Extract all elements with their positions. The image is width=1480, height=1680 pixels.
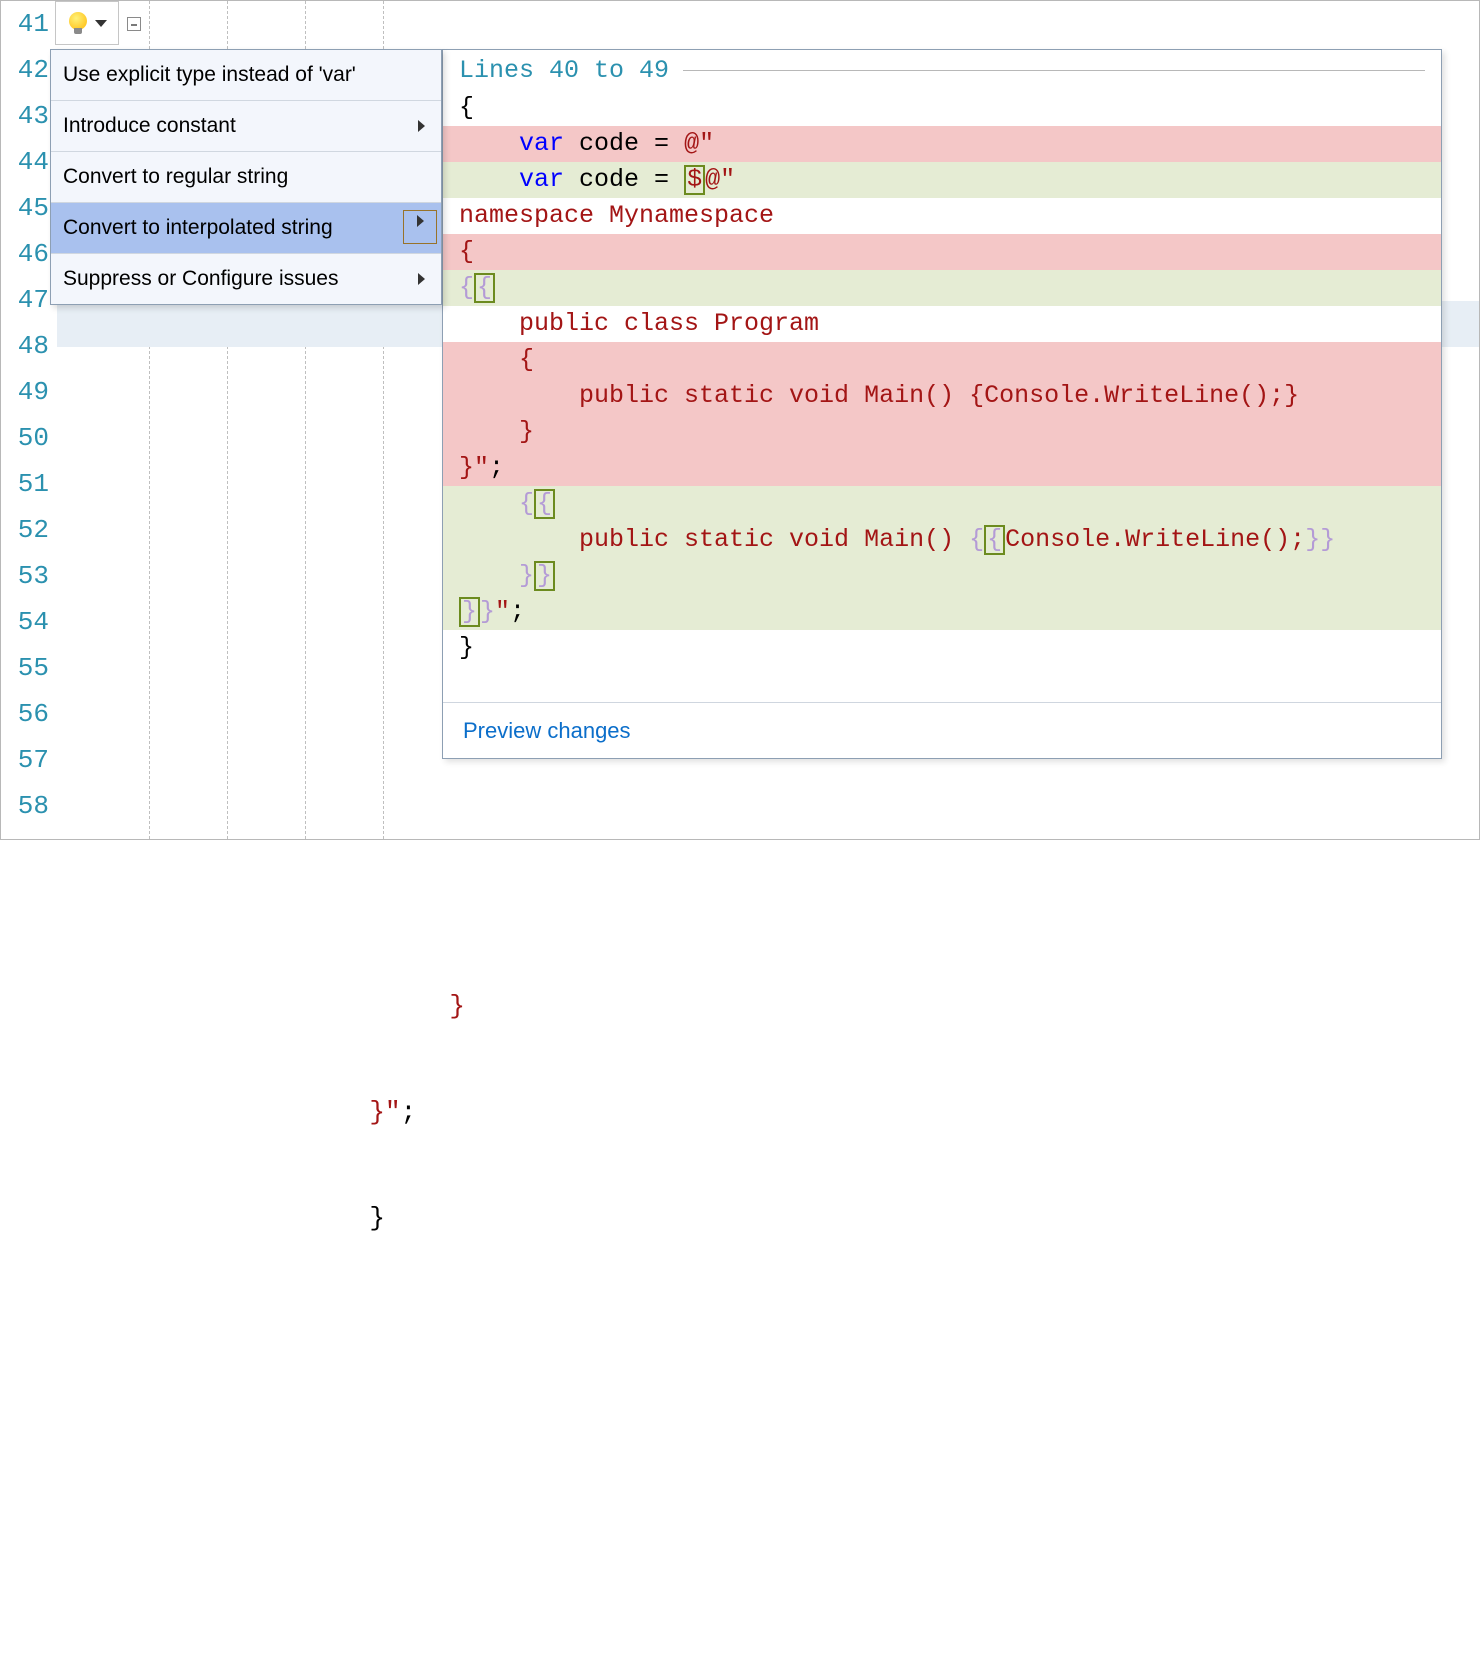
preview-header-label: Lines 40 to 49 <box>459 56 669 85</box>
outline-collapse-icon[interactable] <box>127 17 141 31</box>
line-number: 51 <box>1 461 55 507</box>
submenu-arrow-icon <box>418 273 425 285</box>
diff-line <box>443 666 1441 702</box>
submenu-arrow-icon <box>417 215 424 227</box>
diff-line-removed: { <box>443 234 1441 270</box>
diff-line-removed: }"; <box>443 450 1441 486</box>
line-number: 42 <box>1 47 55 93</box>
preview-changes-link[interactable]: Preview changes <box>443 702 1441 758</box>
preview-header: Lines 40 to 49 <box>443 50 1441 90</box>
diff-line: public class Program <box>443 306 1441 342</box>
line-number: 53 <box>1 553 55 599</box>
string-literal: } <box>449 991 465 1021</box>
menu-item-label: Convert to interpolated string <box>63 216 333 239</box>
line-number: 58 <box>1 783 55 829</box>
diff-line-added: {{ <box>443 486 1441 522</box>
diff-line-removed: } <box>443 414 1441 450</box>
menu-item-use-explicit-type[interactable]: Use explicit type instead of 'var' <box>51 50 441 100</box>
menu-item-label: Use explicit type instead of 'var' <box>63 63 356 86</box>
preview-footer-label: Preview changes <box>463 718 631 743</box>
line-number: 50 <box>1 415 55 461</box>
diff-line-added: }}"; <box>443 594 1441 630</box>
line-number: 56 <box>1 691 55 737</box>
line-number: 41 <box>1 1 55 47</box>
code-line[interactable] <box>57 1573 1479 1619</box>
code-line[interactable] <box>57 1361 1479 1407</box>
diff-line-added: }} <box>443 558 1441 594</box>
submenu-arrow-boxed[interactable] <box>403 210 437 244</box>
line-number: 57 <box>1 737 55 783</box>
code-text: ; <box>401 1097 417 1127</box>
code-line[interactable]: } <box>57 1149 1479 1195</box>
menu-item-convert-regular-string[interactable]: Convert to regular string <box>51 152 441 202</box>
preview-diff-body: { var code = @" var code = $@" namespace… <box>443 90 1441 702</box>
submenu-arrow-icon <box>418 120 425 132</box>
menu-item-introduce-constant[interactable]: Introduce constant <box>51 101 441 151</box>
diff-line-removed: { <box>443 342 1441 378</box>
code-line[interactable] <box>57 1255 1479 1301</box>
code-fix-preview-panel: Lines 40 to 49 { var code = @" var code … <box>442 49 1442 759</box>
menu-item-label: Convert to regular string <box>63 165 288 188</box>
code-text: } <box>369 1203 385 1233</box>
chevron-down-icon <box>95 20 107 27</box>
line-number: 44 <box>1 139 55 185</box>
diff-line: { <box>443 90 1441 126</box>
code-line[interactable]: } <box>57 937 1479 983</box>
quick-actions-menu: Use explicit type instead of 'var' Intro… <box>50 49 442 305</box>
code-line[interactable] <box>57 1679 1479 1680</box>
diff-line-added: public static void Main() {{Console.Writ… <box>443 522 1441 558</box>
diff-insert-highlight: } <box>534 561 555 591</box>
line-number-gutter: 41 42 43 44 45 46 47 48 49 50 51 52 53 5… <box>1 1 55 839</box>
line-number: 47 <box>1 277 55 323</box>
diff-line: } <box>443 630 1441 666</box>
line-number: 43 <box>1 93 55 139</box>
code-line[interactable]: }"; <box>57 1043 1479 1089</box>
line-number: 48 <box>1 323 55 369</box>
header-rule <box>683 70 1425 71</box>
diff-line-added: var code = $@" <box>443 162 1441 198</box>
diff-insert-highlight: $ <box>684 165 705 195</box>
line-number: 54 <box>1 599 55 645</box>
diff-insert-highlight: { <box>474 273 495 303</box>
diff-line: namespace Mynamespace <box>443 198 1441 234</box>
diff-line-removed: public static void Main() {Console.Write… <box>443 378 1441 414</box>
line-number: 46 <box>1 231 55 277</box>
diff-insert-highlight: { <box>984 525 1005 555</box>
code-line[interactable] <box>57 1467 1479 1513</box>
menu-item-label: Suppress or Configure issues <box>63 267 338 290</box>
line-number: 49 <box>1 369 55 415</box>
lightbulb-icon <box>67 12 89 34</box>
string-literal: }" <box>369 1097 400 1127</box>
line-number: 45 <box>1 185 55 231</box>
diff-line-removed: var code = @" <box>443 126 1441 162</box>
quick-actions-bulb-button[interactable] <box>55 1 119 45</box>
menu-item-suppress-configure[interactable]: Suppress or Configure issues <box>51 254 441 304</box>
menu-item-label: Introduce constant <box>63 114 236 137</box>
diff-line-added: {{ <box>443 270 1441 306</box>
diff-insert-highlight: } <box>459 597 480 627</box>
line-number: 52 <box>1 507 55 553</box>
menu-item-convert-interpolated-string[interactable]: Convert to interpolated string <box>51 203 441 253</box>
line-number: 55 <box>1 645 55 691</box>
code-line[interactable] <box>57 831 1479 877</box>
diff-insert-highlight: { <box>534 489 555 519</box>
